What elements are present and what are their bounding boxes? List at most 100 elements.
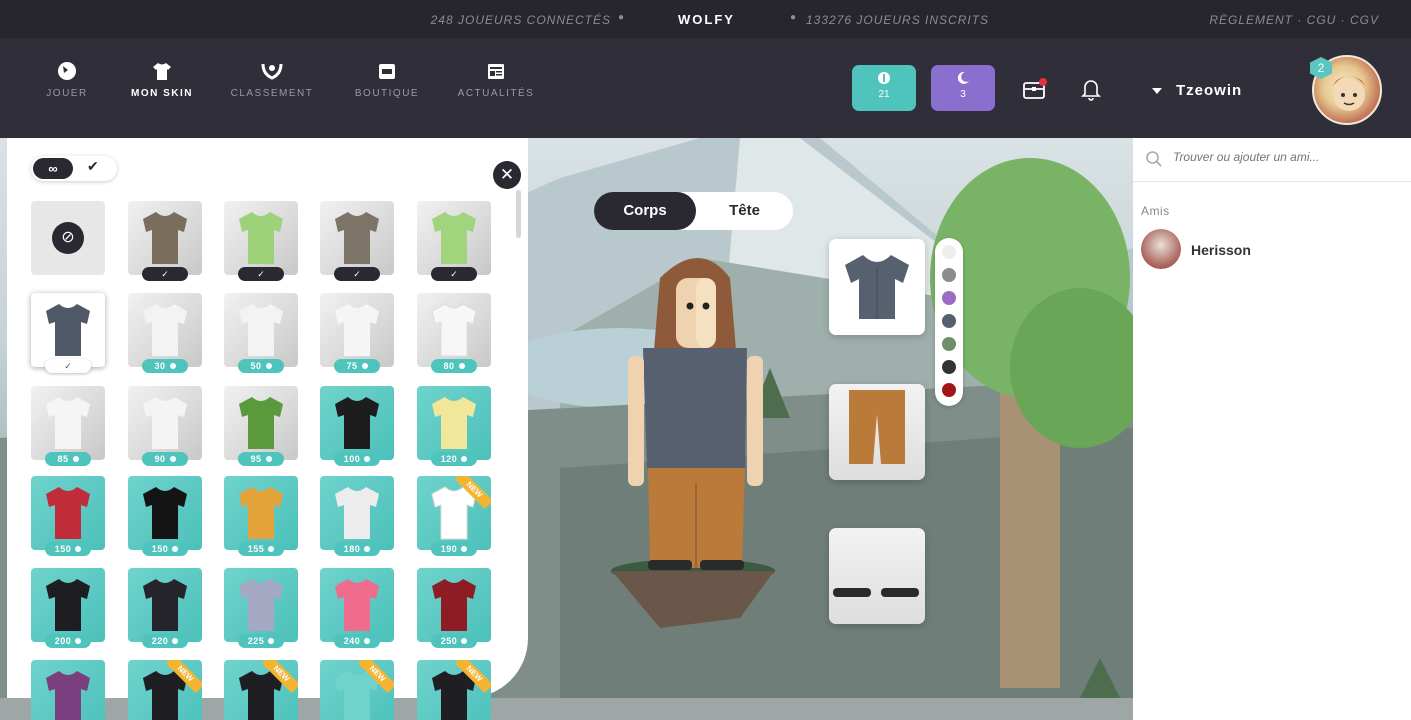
outfit-item[interactable]: 200 xyxy=(31,568,105,648)
outfit-item[interactable] xyxy=(31,660,105,720)
outfit-item[interactable]: 120 xyxy=(417,386,491,466)
nav-classement-label: CLASSEMENT xyxy=(230,88,314,99)
outfit-item[interactable]: NEW xyxy=(224,660,298,720)
friends-section-title: Amis xyxy=(1141,204,1170,218)
nav-jouer[interactable]: JOUER xyxy=(17,60,117,99)
price-badge: 250 xyxy=(431,634,477,648)
outfit-item[interactable]: NEW 190 xyxy=(417,476,491,556)
outfit-item[interactable]: 30 xyxy=(128,293,202,373)
color-swatch[interactable] xyxy=(942,291,956,305)
item-thumbnail xyxy=(224,476,298,550)
coins-button[interactable]: 21 xyxy=(852,65,916,111)
color-swatch[interactable] xyxy=(942,314,956,328)
shop-icon xyxy=(379,64,395,79)
owned-filter-toggle[interactable]: ∞ ✔ xyxy=(31,156,117,181)
username[interactable]: Tzeowin xyxy=(1176,82,1242,99)
no-outfit-item[interactable]: ⊘ xyxy=(31,201,105,275)
price-value: 200 xyxy=(54,636,72,646)
color-swatch[interactable] xyxy=(942,268,956,282)
brand-name[interactable]: WOLFY xyxy=(678,12,735,27)
item-thumbnail xyxy=(31,660,105,720)
outfit-item[interactable]: 100 xyxy=(320,386,394,466)
close-button[interactable]: ✕ xyxy=(493,161,521,189)
outfit-item[interactable]: NEW xyxy=(128,660,202,720)
price-value: 155 xyxy=(247,544,265,554)
item-thumbnail xyxy=(31,293,105,367)
friend-search-input[interactable] xyxy=(1173,150,1393,164)
outfit-item[interactable]: 75 xyxy=(320,293,394,373)
item-thumbnail xyxy=(128,476,202,550)
nav-actualites[interactable]: ACTUALITÉS xyxy=(446,60,546,99)
shirt-icon xyxy=(239,304,283,356)
price-value: 95 xyxy=(250,454,262,464)
color-swatch[interactable] xyxy=(942,383,956,397)
outfit-item[interactable]: 150 xyxy=(128,476,202,556)
outfit-item[interactable]: 240 xyxy=(320,568,394,648)
outfit-item[interactable]: 225 xyxy=(224,568,298,648)
item-thumbnail: NEW xyxy=(128,660,202,720)
outfit-item[interactable]: ✓ xyxy=(417,201,491,281)
coin-icon xyxy=(268,638,275,644)
coin-icon xyxy=(265,363,272,369)
price-badge: 225 xyxy=(238,634,284,648)
scrollbar[interactable] xyxy=(516,190,521,238)
tab-corps[interactable]: Corps xyxy=(594,192,696,230)
price-badge: 190 xyxy=(431,542,477,556)
coin-icon xyxy=(878,72,890,84)
item-thumbnail xyxy=(224,293,298,367)
bell-icon[interactable] xyxy=(1077,75,1105,103)
price-badge: 120 xyxy=(431,452,477,466)
outfit-item[interactable]: 180 xyxy=(320,476,394,556)
coin-icon xyxy=(265,456,272,462)
pants-icon xyxy=(849,390,905,464)
outfit-item[interactable]: NEW xyxy=(320,660,394,720)
color-swatch[interactable] xyxy=(942,337,956,351)
outfit-item[interactable]: 80 xyxy=(417,293,491,373)
outfit-item[interactable]: 95 xyxy=(224,386,298,466)
coin-icon xyxy=(75,546,82,552)
infinity-icon[interactable]: ∞ xyxy=(33,158,73,179)
price-value: 250 xyxy=(440,636,458,646)
tab-tete[interactable]: Tête xyxy=(696,192,793,230)
outfit-item[interactable]: ✓ xyxy=(224,201,298,281)
forbidden-icon: ⊘ xyxy=(52,222,84,254)
nav-boutique[interactable]: BOUTIQUE xyxy=(337,60,437,99)
shirt-icon xyxy=(335,487,379,539)
shirt-icon xyxy=(143,397,187,449)
outfit-item[interactable]: ✓ xyxy=(31,293,105,373)
moons-button[interactable]: 3 xyxy=(931,65,995,111)
shirt-slot[interactable] xyxy=(829,239,925,335)
nav-mon-skin[interactable]: MON SKIN xyxy=(112,60,212,99)
laurel-icon xyxy=(261,63,283,80)
item-thumbnail xyxy=(417,293,491,367)
outfit-item[interactable]: 85 xyxy=(31,386,105,466)
tshirt-icon xyxy=(153,63,171,80)
item-thumbnail xyxy=(320,201,394,275)
outfit-item[interactable]: NEW xyxy=(417,660,491,720)
outfit-item[interactable]: 250 xyxy=(417,568,491,648)
check-icon[interactable]: ✔ xyxy=(87,158,99,175)
outfit-item[interactable]: ✓ xyxy=(128,201,202,281)
outfit-item[interactable]: 90 xyxy=(128,386,202,466)
outfit-item[interactable]: 50 xyxy=(224,293,298,373)
shoes-slot[interactable] xyxy=(829,528,925,624)
color-swatch[interactable] xyxy=(942,360,956,374)
main-nav: JOUER MON SKIN CLASSEMENT BOUTIQUE ACTUA… xyxy=(0,38,1411,138)
shirt-icon xyxy=(46,579,90,631)
price-value: 150 xyxy=(54,544,72,554)
outfit-item[interactable]: 155 xyxy=(224,476,298,556)
shirt-icon xyxy=(335,212,379,264)
shirt-icon xyxy=(432,579,476,631)
chest-icon[interactable] xyxy=(1021,75,1049,103)
outfit-item[interactable]: 150 xyxy=(31,476,105,556)
nav-classement[interactable]: CLASSEMENT xyxy=(222,60,322,99)
friend-item[interactable]: Herisson xyxy=(1141,229,1401,271)
rules-links[interactable]: RÈGLEMENT · CGU · CGV xyxy=(1209,13,1379,27)
outfit-item[interactable]: 220 xyxy=(128,568,202,648)
outfit-item[interactable]: ✓ xyxy=(320,201,394,281)
item-thumbnail xyxy=(224,386,298,460)
nav-jouer-label: JOUER xyxy=(46,88,88,99)
pants-slot[interactable] xyxy=(829,384,925,480)
color-swatch[interactable] xyxy=(942,245,956,259)
user-menu-caret-icon[interactable] xyxy=(1152,88,1162,94)
